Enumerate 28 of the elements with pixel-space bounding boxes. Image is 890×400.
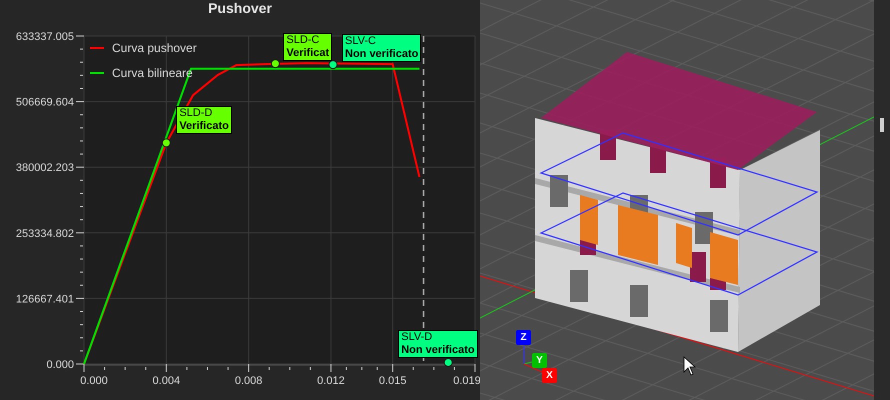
cursor-icon	[684, 356, 696, 376]
axis-gizmo-cube[interactable]: Z	[516, 330, 531, 345]
x-tick-label: 0.008	[234, 375, 262, 387]
limit-state-label: SLD-D Verificato	[176, 106, 232, 134]
chart-title: Pushover	[207, 0, 273, 18]
y-tick-label: 0.000	[46, 359, 74, 371]
x-tick-label: 0.000	[80, 375, 108, 387]
x-tick-label: 0.019	[453, 375, 480, 387]
x-tick-label: 0.015	[378, 375, 406, 387]
y-tick-label: 506669.604	[16, 96, 74, 109]
y-tick-label: 380002.203	[16, 162, 74, 174]
axis-gizmo-cube[interactable]: X	[542, 368, 557, 383]
annotation: SLD-C	[286, 34, 320, 47]
y-tick-label: 126667.401	[16, 293, 74, 306]
limit-state-label: SLD-C Verificat	[283, 32, 332, 61]
annotation: SLV-C	[345, 34, 377, 48]
limit-state-label: SLV-C Non verificato	[342, 34, 422, 62]
scrollbar[interactable]	[874, 0, 890, 400]
scroll-handle[interactable]	[880, 118, 884, 132]
legend-label: Curva pushover	[112, 41, 197, 55]
x-tick-label: 0.012	[317, 375, 345, 387]
x-tick-label: 0.004	[152, 375, 180, 387]
annotation: SLV-D	[401, 331, 434, 344]
y-tick-label: 253334.802	[16, 228, 74, 240]
limit-state-label: SLV-D Non verificato	[398, 330, 478, 358]
y-tick-label: 633337.005	[16, 31, 74, 43]
3d-viewport[interactable]: Z Y X	[480, 0, 874, 400]
annotation: SLD-D	[179, 106, 214, 120]
